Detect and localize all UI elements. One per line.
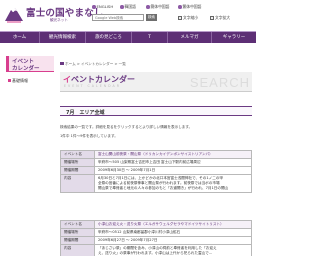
event-table: イベント名 小淳山お迎え火・送り火祭（エルガサウェルグセラやマドイツサイトリスト… bbox=[60, 220, 252, 256]
month-area-text: 7月 エリア全域 bbox=[66, 110, 105, 116]
search-button[interactable]: 検索 bbox=[146, 14, 157, 21]
language-link-traditional-chinese[interactable]: 繁体中国語 bbox=[178, 4, 201, 10]
language-links: ENGLISH 韓国語 簡体中国語 繁体中国語 bbox=[92, 4, 252, 10]
banner-background-text: SEARCH bbox=[189, 75, 250, 90]
page-subtitle: EVENT CALENDAR bbox=[64, 84, 121, 88]
breadcrumb-current: 一覧 bbox=[118, 62, 126, 66]
breadcrumb-event-calendar[interactable]: イベントカレンダー bbox=[81, 62, 113, 66]
event-name-label: イベント名 bbox=[60, 150, 95, 159]
nav-item-gallery[interactable]: ギャラリー bbox=[212, 32, 256, 43]
bullet-icon bbox=[92, 5, 96, 9]
nav-item-search[interactable]: 観光情報検索 bbox=[40, 32, 86, 43]
sidebar: イベント カレンダー 基礎情報 bbox=[0, 56, 56, 256]
event-name-link[interactable]: 小淳山お迎え火・送り火祭（エルガサウェルグセラやマドイツサイトリスト） bbox=[94, 220, 252, 229]
language-link-korean[interactable]: 韓国語 bbox=[120, 4, 136, 10]
site-subtitle: 観光ネット bbox=[50, 18, 68, 22]
event-name-link[interactable]: 富士山開山前夜祭・開山祭（ドリカンカイデンボンサイストリアンパ） bbox=[94, 150, 252, 159]
font-size-large-button[interactable]: 文字拡大 bbox=[210, 15, 230, 21]
results-description: 検索結果の一覧です。詳細を見るをクリックするとより詳しい情報を表示します。 bbox=[60, 125, 193, 129]
event-name-label: イベント名 bbox=[60, 220, 95, 229]
square-bullet-icon bbox=[8, 79, 11, 82]
event-summary-label: 内容 bbox=[60, 174, 95, 193]
event-summary: 「あじさい祭」の期間を含み、小淳山の祠前と奉賛者を利用した「お迎え え、送り火」… bbox=[94, 244, 252, 256]
event-period-label: 開催期間 bbox=[60, 236, 95, 245]
main-content: ホーム > イベントカレンダー > 一覧 SEARCH イベントカレンダー EV… bbox=[60, 56, 252, 256]
bullet-icon bbox=[146, 5, 150, 9]
bullet-icon bbox=[120, 5, 124, 9]
main-nav: ホーム 観光情報検索 旅の見どころ T メルマガ ギャラリー bbox=[0, 31, 256, 43]
nav-item-home[interactable]: ホーム bbox=[0, 32, 40, 43]
page-banner: SEARCH イベントカレンダー EVENT CALENDAR bbox=[60, 72, 252, 92]
language-link-simplified-chinese[interactable]: 簡体中国語 bbox=[146, 4, 169, 10]
event-period-label: 開催期間 bbox=[60, 166, 95, 175]
sidebar-link-basic-info[interactable]: 基礎情報 bbox=[8, 78, 28, 84]
event-period: 2009年6月30日 〜 2009年7月1日 bbox=[94, 166, 252, 175]
language-link-english[interactable]: ENGLISH bbox=[92, 4, 113, 9]
results-intro: 検索結果の一覧です。詳細を見るをクリックするとより詳しい情報を表示します。 1件… bbox=[60, 124, 252, 139]
breadcrumb-home[interactable]: ホーム bbox=[65, 62, 76, 66]
font-size-small-button[interactable]: 文字縮小 bbox=[178, 15, 198, 21]
mount-fuji-logo-icon bbox=[5, 8, 23, 23]
breadcrumb: ホーム > イベントカレンダー > 一覧 bbox=[60, 62, 252, 68]
event-summary-label: 内容 bbox=[60, 244, 95, 256]
month-area-heading: 7月 エリア全域 bbox=[60, 106, 252, 116]
site-logo[interactable]: 富士の国やまなし 観光ネット bbox=[4, 2, 103, 28]
search-row: 検索 文字縮小 文字拡大 bbox=[92, 14, 252, 22]
font-smaller-icon bbox=[178, 15, 182, 20]
sidebar-title: イベント カレンダー bbox=[6, 56, 54, 72]
event-table: イベント名 富士山開山前夜祭・開山祭（ドリカンカイデンボンサイストリアンパ） 開… bbox=[60, 150, 252, 193]
nav-item-mailmagazine[interactable]: メルマガ bbox=[168, 32, 212, 43]
search-input[interactable] bbox=[92, 14, 144, 21]
event-venue-label: 開催場所 bbox=[60, 228, 95, 237]
home-icon bbox=[60, 62, 64, 65]
event-venue: 甲府市〜0512 山梨県南都留郡小淳川村小淳山鉱石 bbox=[94, 228, 252, 237]
event-venue-label: 開催場所 bbox=[60, 158, 95, 167]
event-summary: 6月30日と7月1日には、上かどかの北口本宮富士浅間神社で、その1ノ二の甲 全祭… bbox=[94, 174, 252, 193]
event-period: 2009年6月27日 〜 2009年7月27日 bbox=[94, 236, 252, 245]
sidebar-title-line2: カレンダー bbox=[12, 66, 40, 72]
site-header: 富士の国やまなし 観光ネット ENGLISH 韓国語 簡体中国語 繁体中国語 検… bbox=[0, 0, 256, 31]
event-venue: 甲府市〜505 山梨県富士吉田市上吉田 富士山下駅内前広場周辺 bbox=[94, 158, 252, 167]
nav-item-t[interactable]: T bbox=[132, 32, 168, 43]
results-count: 1件中 1件〜9件を表示しています。 bbox=[60, 134, 118, 138]
nav-item-highlights[interactable]: 旅の見どころ bbox=[86, 32, 132, 43]
bullet-icon bbox=[178, 5, 182, 9]
font-larger-icon bbox=[210, 15, 214, 20]
